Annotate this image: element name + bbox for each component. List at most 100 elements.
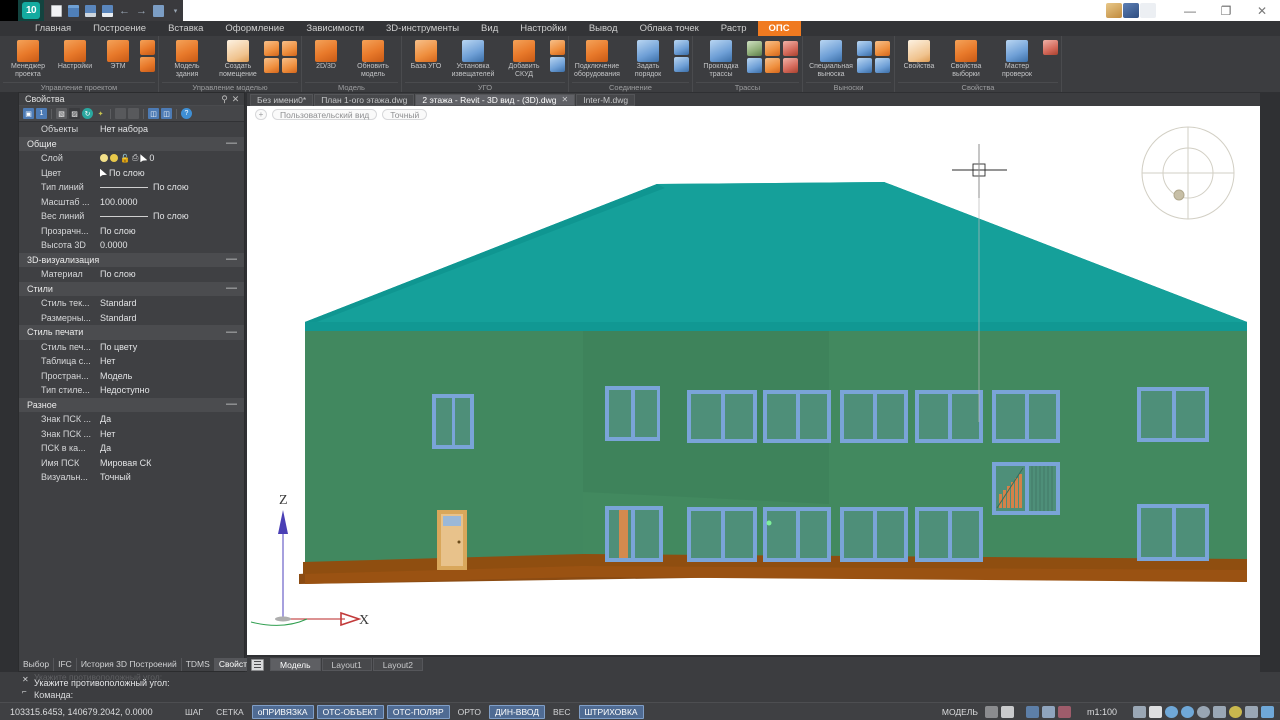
- property-row[interactable]: Знак ПСК ... Нет: [19, 427, 244, 442]
- property-row[interactable]: Прозрачн... По слою: [19, 224, 244, 239]
- property-row[interactable]: ПСК в ка... Да: [19, 441, 244, 456]
- layer-on-icon[interactable]: [100, 154, 108, 163]
- ribbon-tab-2[interactable]: Вставка: [157, 21, 214, 36]
- grid-right-icon[interactable]: ◫: [161, 108, 172, 119]
- ribbon-tab-0[interactable]: Главная: [24, 21, 82, 36]
- property-value[interactable]: Модель: [97, 371, 244, 381]
- collapse-icon[interactable]: —: [226, 283, 237, 294]
- order-2-icon[interactable]: [674, 57, 689, 72]
- property-row[interactable]: Высота 3D 0.0000: [19, 238, 244, 253]
- property-value[interactable]: Точный: [97, 472, 244, 482]
- project-manager-button[interactable]: Менеджер проекта: [3, 38, 53, 78]
- cloud-sync-icon[interactable]: [1123, 3, 1139, 18]
- drawing-viewport[interactable]: Z X: [247, 122, 1260, 655]
- command-prompt[interactable]: Команда:: [34, 690, 73, 700]
- command-expand-icon[interactable]: ⌐: [22, 687, 27, 696]
- property-row[interactable]: Визуальн... Точный: [19, 470, 244, 485]
- panel-tab-2[interactable]: История 3D Построений: [77, 657, 182, 671]
- route-split-icon[interactable]: [765, 58, 780, 73]
- unlock-icon[interactable]: [128, 108, 139, 119]
- color-swatch[interactable]: [100, 168, 107, 177]
- property-value[interactable]: 0.0000: [97, 240, 244, 250]
- property-row[interactable]: Знак ПСК ... Да: [19, 412, 244, 427]
- property-row[interactable]: Вес линий По слою: [19, 209, 244, 224]
- model-space-icon[interactable]: [1000, 705, 1014, 718]
- property-section-header[interactable]: 3D-визуализация —: [19, 252, 244, 267]
- floppy-check-icon[interactable]: [100, 3, 115, 18]
- property-section-header[interactable]: Разное —: [19, 397, 244, 412]
- route-table-icon[interactable]: [783, 58, 798, 73]
- status-toggle-сетка[interactable]: СЕТКА: [211, 706, 249, 718]
- order-1-icon[interactable]: [674, 40, 689, 55]
- ribbon-tab-4[interactable]: Зависимости: [295, 21, 375, 36]
- database-icon[interactable]: [140, 57, 155, 72]
- route-edit-icon[interactable]: [747, 41, 762, 56]
- toggle-2d-3d-button[interactable]: 2D/3D: [305, 38, 347, 71]
- property-row[interactable]: Объекты Нет набора: [19, 122, 244, 137]
- settings-gear-button[interactable]: Настройки: [54, 38, 96, 71]
- panel-tab-3[interactable]: TDMS: [182, 657, 215, 671]
- property-value[interactable]: По слою: [97, 269, 244, 279]
- pick-point-icon[interactable]: ▧: [56, 108, 67, 119]
- collapse-icon[interactable]: —: [226, 254, 237, 265]
- orbit-icon[interactable]: [1181, 705, 1194, 718]
- status-toggle-дин-ввод[interactable]: ДИН-ВВОД: [488, 704, 546, 719]
- set-order-button[interactable]: Задать порядок: [623, 38, 673, 78]
- command-close-icon[interactable]: ✕: [22, 675, 29, 684]
- layout-list-icon[interactable]: [251, 658, 264, 671]
- close-icon[interactable]: ✕: [230, 94, 241, 105]
- property-row[interactable]: Тип линий По слою: [19, 180, 244, 195]
- ribbon-tab-8[interactable]: Вывод: [578, 21, 629, 36]
- property-row[interactable]: Масштаб ... 100.0000: [19, 195, 244, 210]
- check-report-icon[interactable]: [1043, 40, 1058, 55]
- ribbon-tab-5[interactable]: 3D-инструменты: [375, 21, 470, 36]
- fullscreen-icon[interactable]: [1261, 705, 1274, 718]
- selection-properties-button[interactable]: Свойства выборки: [941, 38, 991, 78]
- ugo-settings-icon[interactable]: [550, 57, 565, 72]
- property-value[interactable]: Мировая СК: [97, 458, 244, 468]
- status-toggle-вес[interactable]: ВЕС: [548, 706, 575, 718]
- annotation-visibility-icon[interactable]: [1041, 705, 1055, 718]
- property-value[interactable]: По слою: [97, 211, 244, 221]
- property-section-header[interactable]: Общие —: [19, 136, 244, 151]
- visual-style-button[interactable]: Точный: [382, 108, 428, 120]
- collapse-icon[interactable]: —: [226, 138, 237, 149]
- close-button[interactable]: ✕: [1244, 0, 1280, 21]
- app-logo[interactable]: 10: [18, 0, 44, 21]
- pin-icon[interactable]: ⚲: [219, 94, 230, 105]
- property-row[interactable]: Стиль печ... По цвету: [19, 340, 244, 355]
- ugo-database-button[interactable]: База УГО: [405, 38, 447, 71]
- pick-window-icon[interactable]: ▨: [69, 108, 80, 119]
- room-delete-icon[interactable]: [282, 41, 297, 56]
- create-room-button[interactable]: Создать помещение: [213, 38, 263, 78]
- hardware-accel-icon[interactable]: [1229, 705, 1242, 718]
- room-copy-icon[interactable]: [264, 41, 279, 56]
- status-toggle-штриховка[interactable]: ШТРИХОВКА: [578, 704, 644, 719]
- new-file-icon[interactable]: [49, 3, 64, 18]
- annotation-add-icon[interactable]: [1057, 705, 1071, 718]
- quick-select-icon[interactable]: 1: [36, 108, 47, 119]
- select-object-icon[interactable]: ▣: [23, 108, 34, 119]
- layer-plot-icon[interactable]: ⎙: [132, 153, 138, 163]
- layout-tab-0[interactable]: Модель: [270, 658, 321, 671]
- route-cloud-icon[interactable]: [747, 58, 762, 73]
- redo-icon[interactable]: →: [134, 3, 149, 18]
- callout-align-icon[interactable]: [857, 41, 872, 56]
- document-tab-0[interactable]: Без имени0*: [250, 93, 314, 106]
- property-value[interactable]: Да: [97, 414, 244, 424]
- minimize-button[interactable]: —: [1172, 0, 1208, 21]
- coordinate-readout[interactable]: 103315.6453, 140679.2042, 0.0000: [0, 707, 180, 717]
- ribbon-tab-3[interactable]: Оформление: [214, 21, 295, 36]
- property-value[interactable]: Нет: [97, 356, 244, 366]
- callout-settings-icon[interactable]: [875, 58, 890, 73]
- ribbon-tab-1[interactable]: Построение: [82, 21, 157, 36]
- document-tab-close-icon[interactable]: ✕: [562, 94, 569, 106]
- workspace-icon[interactable]: [1133, 705, 1146, 718]
- floppy-icon[interactable]: [83, 3, 98, 18]
- status-toggle-отс-объект[interactable]: ОТС-ОБЪЕКТ: [316, 704, 384, 719]
- special-callout-button[interactable]: Специальная выноска: [806, 38, 856, 78]
- zoom-icon[interactable]: [1165, 705, 1178, 718]
- command-line-area[interactable]: [0, 672, 1280, 702]
- connect-equipment-button[interactable]: Подключение оборудования: [572, 38, 622, 78]
- autodesk-app-icon[interactable]: [1106, 3, 1122, 18]
